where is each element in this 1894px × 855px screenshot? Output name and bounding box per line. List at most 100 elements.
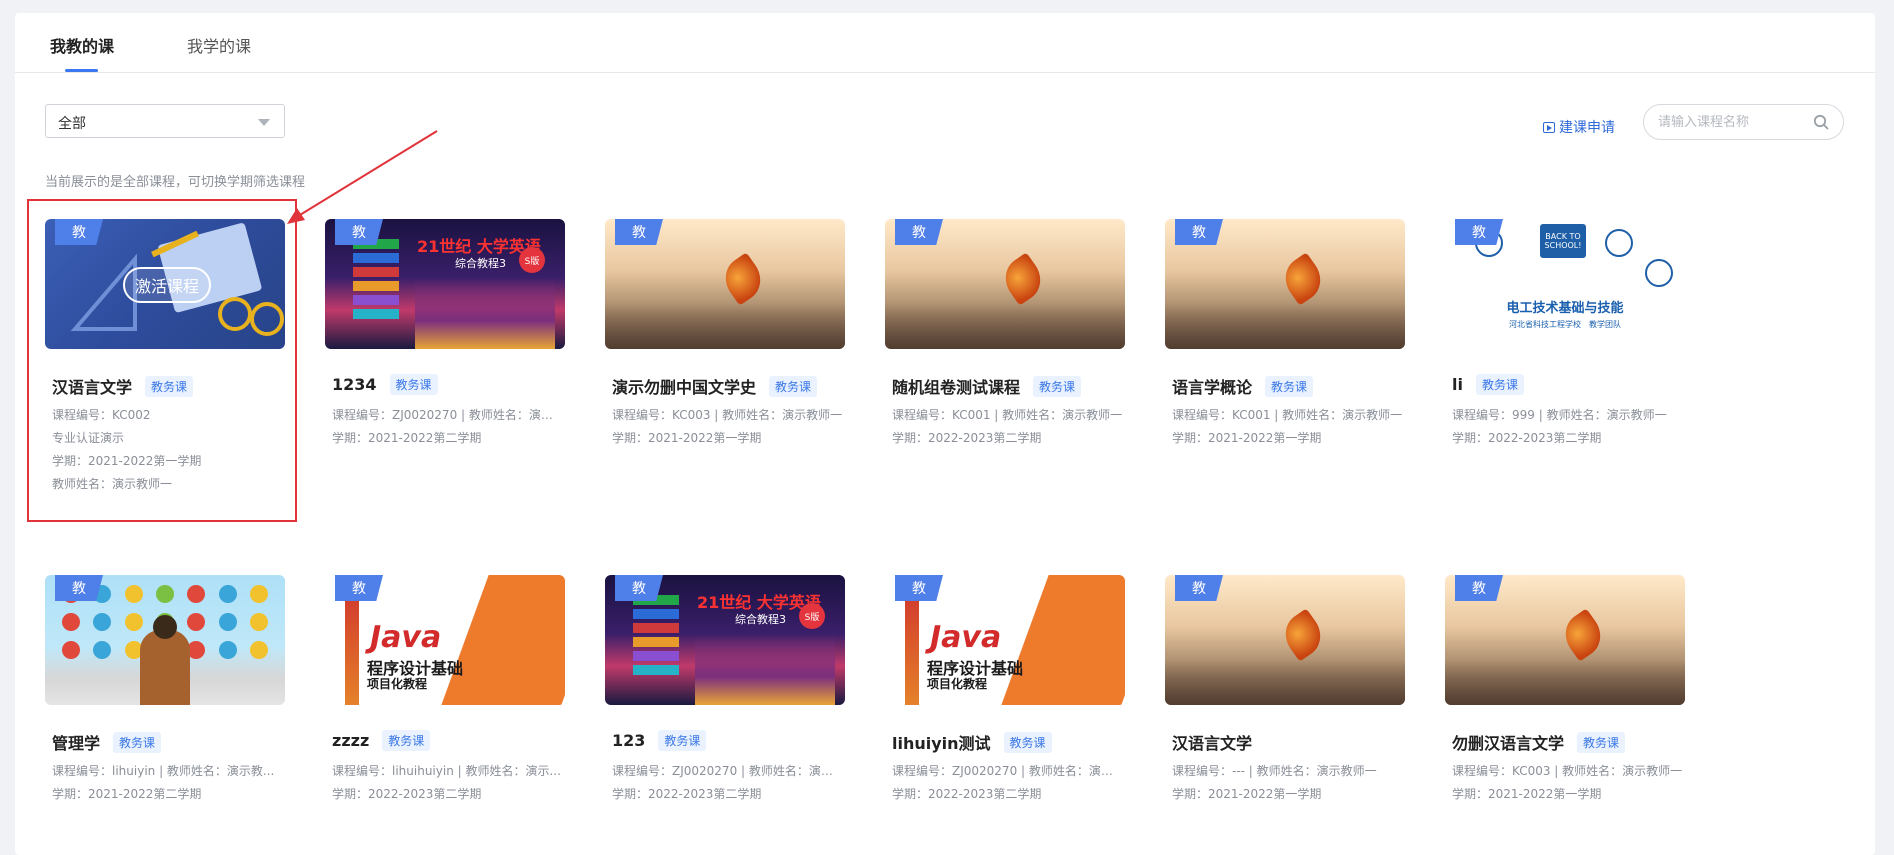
search-icon[interactable] bbox=[1813, 114, 1829, 130]
course-cover[interactable]: 教 bbox=[1165, 219, 1405, 349]
course-title[interactable]: lihuiyin测试 bbox=[892, 730, 991, 754]
course-cover[interactable]: 教 bbox=[1165, 575, 1405, 705]
teacher-badge: 教 bbox=[55, 575, 103, 601]
course-title[interactable]: 汉语言文学 bbox=[52, 374, 132, 398]
course-cover[interactable]: Java 程序设计基础 项目化教程教 bbox=[325, 575, 565, 705]
course-meta: 课程编号：lihuiyin | 教师姓名：演示教... bbox=[52, 764, 275, 778]
autumn-leaf-icon bbox=[996, 252, 1050, 306]
semester-select[interactable]: 全部 bbox=[45, 104, 285, 138]
course-meta: 课程编号：KC003 | 教师姓名：演示教师一 bbox=[612, 408, 843, 422]
teacher-badge: 教 bbox=[1455, 219, 1503, 245]
course-title[interactable]: 123 bbox=[612, 731, 645, 750]
cover-edition-badge: S版 bbox=[799, 603, 825, 629]
course-meta: 学期：2022-2023第二学期 bbox=[892, 431, 1042, 445]
course-meta: 学期：2021-2022第一学期 bbox=[612, 431, 762, 445]
course-tag: 教务课 bbox=[382, 730, 431, 751]
course-cover[interactable]: BACK TO SCHOOL! 电工技术基础与技能河北省科技工程学校 教学团队 教 bbox=[1445, 219, 1685, 349]
course-meta: 课程编号：--- | 教师姓名：演示教师一 bbox=[1172, 764, 1377, 778]
cover-subtitle: 项目化教程 bbox=[927, 677, 988, 691]
teacher-badge: 教 bbox=[895, 575, 943, 601]
course-tag: 教务课 bbox=[1033, 375, 1082, 397]
tab-bar: 我教的课 我学的课 bbox=[15, 13, 1875, 73]
filter-hint: 当前展示的是全部课程，可切换学期筛选课程 bbox=[45, 175, 306, 190]
course-apply-label: 建课申请 bbox=[1559, 120, 1615, 136]
course-title[interactable]: 汉语言文学 bbox=[1172, 730, 1252, 754]
course-title[interactable]: 勿删汉语言文学 bbox=[1452, 730, 1564, 754]
teacher-badge: 教 bbox=[895, 219, 943, 245]
autumn-leaf-icon bbox=[716, 252, 770, 306]
course-cover[interactable]: 教 bbox=[45, 575, 285, 705]
teacher-badge: 教 bbox=[1455, 575, 1503, 601]
course-tag: 教务课 bbox=[1475, 374, 1524, 395]
tab-learning[interactable]: 我学的课 bbox=[187, 33, 251, 73]
activate-course-button[interactable]: 激活课程 bbox=[123, 267, 212, 303]
course-title[interactable]: 1234 bbox=[332, 375, 377, 394]
course-meta: 学期：2021-2022第一学期 bbox=[52, 454, 202, 468]
teacher-badge: 教 bbox=[615, 219, 663, 245]
course-meta: 课程编号：ZJ0020270 | 教师姓名：演示... bbox=[612, 764, 844, 778]
course-meta: 课程编号：KC001 | 教师姓名：演示教师一 bbox=[892, 408, 1123, 422]
course-meta: 专业认证演示 bbox=[52, 431, 125, 445]
course-meta: 课程编号：ZJ0020270 | 教师姓名：演示... bbox=[332, 408, 564, 422]
chevron-down-icon bbox=[258, 119, 270, 126]
course-tag: 教务课 bbox=[769, 375, 818, 397]
doodle-icon bbox=[1605, 229, 1633, 257]
teacher-badge: 教 bbox=[1175, 575, 1223, 601]
course-tag: 教务课 bbox=[658, 730, 707, 751]
course-cover[interactable]: Java 程序设计基础 项目化教程教 bbox=[885, 575, 1125, 705]
cover-title: 电工技术基础与技能 bbox=[1506, 301, 1624, 316]
course-title[interactable]: li bbox=[1452, 375, 1463, 394]
course-meta: 课程编号：ZJ0020270 | 教师姓名：演示... bbox=[892, 764, 1124, 778]
course-meta: 教师姓名：演示教师一 bbox=[52, 477, 173, 491]
course-title[interactable]: 语言学概论 bbox=[1172, 374, 1252, 398]
course-cover[interactable]: 教 bbox=[605, 219, 845, 349]
cover-title: Java bbox=[930, 620, 1002, 655]
course-tag: 教务课 bbox=[113, 731, 162, 753]
course-cover[interactable]: 21世纪 大学英语 综合教程3 S版教 bbox=[325, 219, 565, 349]
teacher-badge: 教 bbox=[615, 575, 663, 601]
course-title[interactable]: 演示勿删中国文学史 bbox=[612, 374, 756, 398]
teacher-badge: 教 bbox=[335, 219, 383, 245]
search-box bbox=[1643, 104, 1844, 140]
teacher-badge: 教 bbox=[335, 575, 383, 601]
course-meta: 学期：2021-2022第一学期 bbox=[1172, 787, 1322, 801]
course-meta: 课程编号：KC003 | 教师姓名：演示教师一 bbox=[1452, 764, 1683, 778]
course-meta: 课程编号：KC001 | 教师姓名：演示教师一 bbox=[1172, 408, 1403, 422]
course-tag: 教务课 bbox=[1265, 375, 1314, 397]
cover-subtitle: 综合教程3 bbox=[735, 613, 786, 626]
course-apply-link[interactable]: 建课申请 bbox=[1543, 117, 1615, 137]
course-cover[interactable]: 21世纪 大学英语 综合教程3 S版教 bbox=[605, 575, 845, 705]
teacher-badge: 教 bbox=[1175, 219, 1223, 245]
course-cover[interactable]: 教 bbox=[1445, 575, 1685, 705]
semester-select-value: 全部 bbox=[58, 116, 86, 132]
cover-title: Java bbox=[370, 620, 442, 655]
course-meta: 课程编号：lihuihuiyin | 教师姓名：演示... bbox=[332, 764, 561, 778]
autumn-leaf-icon bbox=[1556, 608, 1610, 662]
search-input[interactable] bbox=[1658, 112, 1808, 132]
course-title[interactable]: 随机组卷测试课程 bbox=[892, 374, 1020, 398]
annotation-arrow bbox=[287, 130, 438, 224]
course-meta: 课程编号：999 | 教师姓名：演示教师一 bbox=[1452, 408, 1667, 422]
course-meta: 学期：2022-2023第二学期 bbox=[612, 787, 762, 801]
doodle-icon bbox=[1645, 259, 1673, 287]
course-title[interactable]: 管理学 bbox=[52, 730, 100, 754]
course-cover[interactable]: 教 bbox=[885, 219, 1125, 349]
course-cover[interactable]: 教激活课程 bbox=[45, 219, 285, 349]
tab-teaching[interactable]: 我教的课 bbox=[50, 33, 114, 73]
course-tag: 教务课 bbox=[1003, 731, 1052, 753]
course-meta: 学期：2022-2023第二学期 bbox=[332, 787, 482, 801]
course-meta: 学期：2021-2022第一学期 bbox=[1452, 787, 1602, 801]
course-meta: 学期：2022-2023第二学期 bbox=[892, 787, 1042, 801]
autumn-leaf-icon bbox=[1276, 608, 1330, 662]
course-meta: 学期：2021-2022第二学期 bbox=[332, 431, 482, 445]
cover-subtitle: 河北省科技工程学校 教学团队 bbox=[1509, 320, 1621, 329]
back-to-school-sign: BACK TO SCHOOL! bbox=[1540, 224, 1586, 258]
course-tag: 教务课 bbox=[389, 374, 438, 395]
main-panel: 我教的课 我学的课 全部 建课申请 当前展示的是全部课程，可切换学期筛选课程 教… bbox=[15, 13, 1875, 855]
speaker-figure bbox=[140, 630, 190, 705]
course-meta: 学期：2021-2022第一学期 bbox=[1172, 431, 1322, 445]
course-tag: 教务课 bbox=[1577, 731, 1626, 753]
course-tag: 教务课 bbox=[145, 375, 194, 397]
cover-subtitle: 综合教程3 bbox=[455, 257, 506, 270]
course-title[interactable]: zzzz bbox=[332, 731, 369, 750]
